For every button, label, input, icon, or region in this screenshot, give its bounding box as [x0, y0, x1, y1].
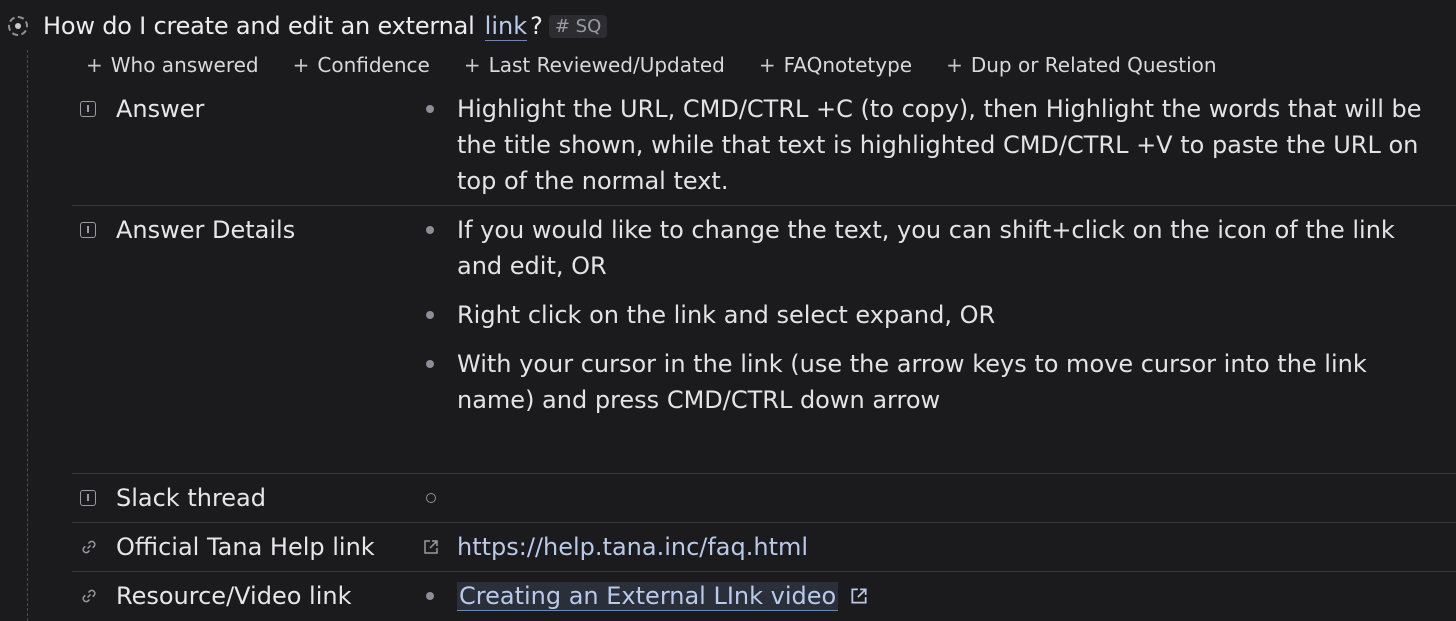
field-label-answer[interactable]: Answer: [116, 95, 204, 123]
external-link-icon[interactable]: [422, 538, 440, 556]
plus-icon: +: [946, 53, 963, 77]
resource-video-value: Creating an External LInk video: [422, 578, 1426, 614]
field-answer: Answer Highlight the URL, CMD/CTRL +C (t…: [72, 91, 1456, 206]
field-resource-video-link: Resource/Video link Creating an External…: [72, 578, 1456, 621]
bullet-icon: [426, 105, 434, 113]
official-help-value: https://help.tana.inc/faq.html: [422, 529, 1426, 565]
official-help-url[interactable]: https://help.tana.inc/faq.html: [457, 533, 808, 561]
text-field-icon[interactable]: [80, 101, 96, 117]
children-guide-line: [27, 50, 28, 621]
bullet-icon: [426, 311, 434, 319]
field-label-slack-thread[interactable]: Slack thread: [116, 484, 266, 512]
bullet-icon: [426, 226, 434, 234]
node-page: How do I create and edit an external lin…: [0, 0, 1456, 621]
add-field-who-answered[interactable]: + Who answered: [86, 53, 259, 77]
field-values-answer-details: If you would like to change the text, yo…: [422, 212, 1426, 418]
plus-icon: +: [86, 53, 103, 77]
add-field-faqnotetype[interactable]: + FAQnotetype: [759, 53, 912, 77]
field-label-official-help[interactable]: Official Tana Help link: [116, 533, 375, 561]
chain-link-icon: [82, 540, 96, 554]
answer-detail-item[interactable]: If you would like to change the text, yo…: [422, 212, 1426, 284]
bullet-icon: [426, 360, 434, 368]
bullet-icon: [426, 592, 434, 600]
plus-icon: +: [463, 53, 481, 77]
add-field-confidence[interactable]: + Confidence: [293, 53, 430, 77]
add-field-bar: + Who answered + Confidence + Last Reviewed…: [86, 51, 1251, 79]
text-field-icon[interactable]: [80, 222, 96, 238]
field-values-resource-video: Creating an External LInk video: [422, 578, 1426, 614]
resource-video-link[interactable]: Creating an External LInk video: [457, 582, 839, 611]
supertag-badge[interactable]: # SQ: [548, 14, 608, 38]
field-values-answer: Highlight the URL, CMD/CTRL +C (to copy)…: [422, 91, 1426, 199]
add-field-dup-related[interactable]: + Dup or Related Question: [946, 53, 1216, 77]
answer-value[interactable]: Highlight the URL, CMD/CTRL +C (to copy)…: [422, 91, 1426, 199]
answer-detail-item[interactable]: Right click on the link and select expan…: [422, 297, 1426, 333]
field-values-official-help: https://help.tana.inc/faq.html: [422, 529, 1426, 565]
field-slack-thread: Slack thread: [72, 480, 1456, 523]
node-title[interactable]: How do I create and edit an external: [43, 12, 475, 40]
plus-icon: +: [758, 53, 776, 77]
empty-bullet-icon: [426, 493, 436, 503]
add-field-last-reviewed[interactable]: + Last Reviewed/Updated: [464, 53, 725, 77]
node-bullet-icon[interactable]: [8, 16, 28, 36]
text-field-icon[interactable]: [80, 490, 96, 506]
node-title-suffix: ?: [530, 12, 543, 40]
chain-link-icon: [82, 589, 96, 603]
field-label-resource-video[interactable]: Resource/Video link: [116, 582, 351, 610]
answer-detail-item[interactable]: With your cursor in the link (use the ar…: [422, 346, 1426, 418]
external-link-icon[interactable]: [849, 586, 869, 606]
node-title-link[interactable]: link: [484, 12, 528, 41]
field-official-help-link: Official Tana Help link https://help.tan…: [72, 529, 1456, 572]
field-label-answer-details[interactable]: Answer Details: [116, 216, 295, 244]
field-answer-details: Answer Details If you would like to chan…: [72, 212, 1456, 474]
node-title-row: How do I create and edit an external lin…: [8, 8, 608, 44]
plus-icon: +: [292, 53, 310, 77]
